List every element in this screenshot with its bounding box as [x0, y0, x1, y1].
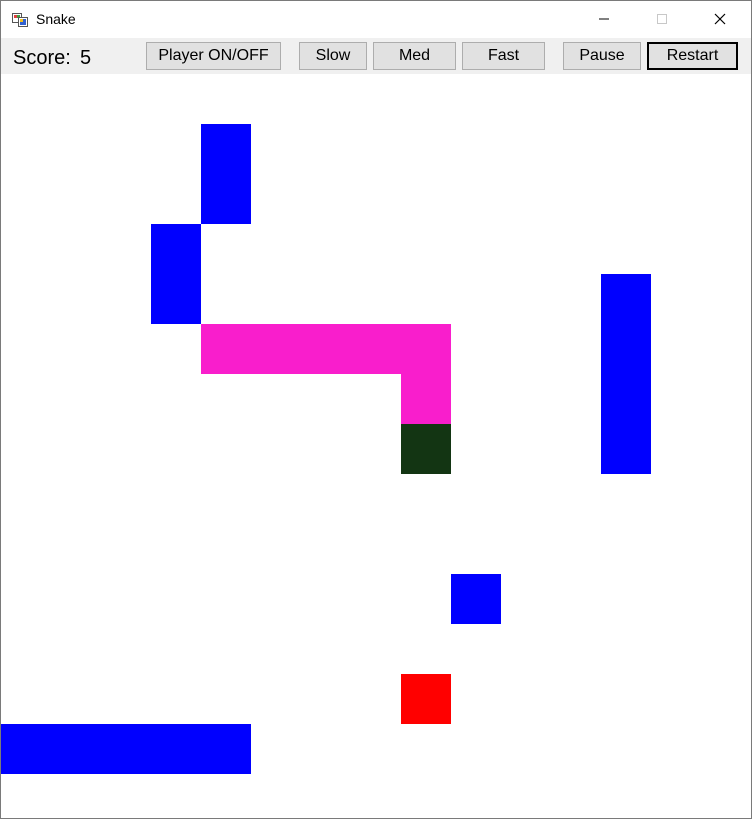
snake-head [401, 424, 451, 474]
fast-speed-button[interactable]: Fast [462, 42, 545, 70]
player-toggle-button[interactable]: Player ON/OFF [146, 42, 281, 70]
minimize-button[interactable] [575, 1, 633, 38]
pause-button[interactable]: Pause [563, 42, 641, 70]
food [401, 674, 451, 724]
snake-body-segment [401, 374, 451, 424]
title-bar[interactable]: Snake [1, 1, 751, 38]
game-board[interactable] [1, 74, 751, 818]
score-value: 5 [80, 47, 92, 69]
app-window-icon [12, 11, 28, 27]
slow-speed-button[interactable]: Slow [299, 42, 367, 70]
toolbar: Score: 5 Player ON/OFF Slow Med Fast Pau… [1, 38, 751, 74]
medium-speed-button[interactable]: Med [373, 42, 456, 70]
window-title: Snake [36, 11, 76, 27]
snake-body-segment [201, 324, 451, 374]
score-label: Score: [13, 47, 71, 69]
restart-button[interactable]: Restart [647, 42, 738, 70]
obstacle [1, 724, 251, 774]
minimize-icon [599, 18, 609, 20]
snake-window: Snake Score: 5 Player ON/OFF Slow Med Fa… [0, 0, 752, 819]
maximize-icon [657, 14, 667, 24]
obstacle [151, 224, 201, 324]
close-icon [714, 13, 726, 25]
maximize-button[interactable] [633, 1, 691, 38]
obstacle [601, 274, 651, 474]
close-button[interactable] [691, 1, 749, 38]
obstacle [201, 124, 251, 224]
obstacle [451, 574, 501, 624]
